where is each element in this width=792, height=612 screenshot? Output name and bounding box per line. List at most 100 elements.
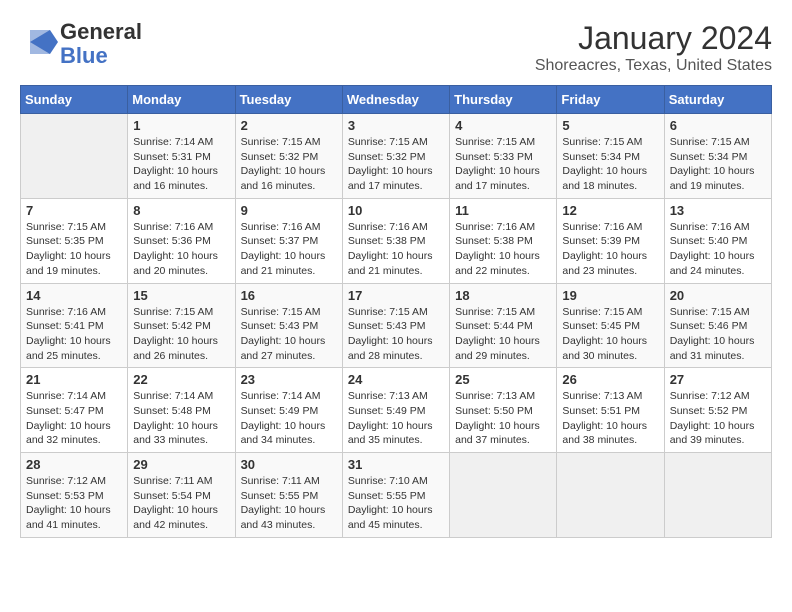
day-cell: 14 Sunrise: 7:16 AMSunset: 5:41 PMDayligh…: [21, 283, 128, 368]
day-info: Sunrise: 7:15 AMSunset: 5:35 PMDaylight:…: [26, 220, 122, 279]
header-cell-tuesday: Tuesday: [235, 86, 342, 114]
day-cell: 5Sunrise: 7:15 AMSunset: 5:34 PMDaylight…: [557, 114, 664, 199]
day-number: 19: [562, 288, 658, 303]
day-info: Sunrise: 7:16 AMSunset: 5:38 PMDaylight:…: [348, 220, 444, 279]
day-cell: 31 Sunrise: 7:10 AMSunset: 5:55 PMDayligh…: [342, 453, 449, 538]
day-info: Sunrise: 7:16 AMSunset: 5:39 PMDaylight:…: [562, 220, 658, 279]
calendar-subtitle: Shoreacres, Texas, United States: [535, 57, 772, 75]
day-cell: 30Sunrise: 7:11 AMSunset: 5:55 PMDayligh…: [235, 453, 342, 538]
day-number: 26: [562, 372, 658, 387]
calendar-body: 1Sunrise: 7:14 AMSunset: 5:31 PMDaylight…: [21, 114, 772, 538]
day-cell: 21 Sunrise: 7:14 AMSunset: 5:47 PMDayligh…: [21, 368, 128, 453]
day-cell: 11Sunrise: 7:16 AMSunset: 5:38 PMDayligh…: [450, 198, 557, 283]
header-row: SundayMondayTuesdayWednesdayThursdayFrid…: [21, 86, 772, 114]
day-info: Sunrise: 7:15 AMSunset: 5:32 PMDaylight:…: [241, 135, 337, 194]
header-cell-saturday: Saturday: [664, 86, 771, 114]
day-number: 3: [348, 118, 444, 133]
day-cell: 1Sunrise: 7:14 AMSunset: 5:31 PMDaylight…: [128, 114, 235, 199]
day-cell: 10 Sunrise: 7:16 AMSunset: 5:38 PMDayligh…: [342, 198, 449, 283]
day-cell: 16 Sunrise: 7:15 AMSunset: 5:43 PMDayligh…: [235, 283, 342, 368]
logo: General Blue: [20, 20, 142, 68]
week-row-1: 1Sunrise: 7:14 AMSunset: 5:31 PMDaylight…: [21, 114, 772, 199]
day-cell: 15 Sunrise: 7:15 AMSunset: 5:42 PMDayligh…: [128, 283, 235, 368]
day-cell: 17Sunrise: 7:15 AMSunset: 5:43 PMDayligh…: [342, 283, 449, 368]
week-row-2: 7 Sunrise: 7:15 AMSunset: 5:35 PMDaylight…: [21, 198, 772, 283]
day-cell: [21, 114, 128, 199]
logo-text: General Blue: [60, 20, 142, 68]
day-info: Sunrise: 7:12 AMSunset: 5:53 PMDaylight:…: [26, 474, 122, 533]
day-info: Sunrise: 7:16 AMSunset: 5:41 PMDaylight:…: [26, 305, 122, 364]
day-info: Sunrise: 7:13 AMSunset: 5:51 PMDaylight:…: [562, 389, 658, 448]
day-number: 8: [133, 203, 229, 218]
day-info: Sunrise: 7:14 AMSunset: 5:47 PMDaylight:…: [26, 389, 122, 448]
day-number: 7: [26, 203, 122, 218]
day-number: 14: [26, 288, 122, 303]
calendar-title: January 2024: [535, 20, 772, 57]
day-cell: 24Sunrise: 7:13 AMSunset: 5:49 PMDayligh…: [342, 368, 449, 453]
header-cell-sunday: Sunday: [21, 86, 128, 114]
day-number: 9: [241, 203, 337, 218]
day-info: Sunrise: 7:14 AMSunset: 5:31 PMDaylight:…: [133, 135, 229, 194]
day-cell: 7 Sunrise: 7:15 AMSunset: 5:35 PMDaylight…: [21, 198, 128, 283]
day-info: Sunrise: 7:15 AMSunset: 5:45 PMDaylight:…: [562, 305, 658, 364]
day-info: Sunrise: 7:15 AMSunset: 5:32 PMDaylight:…: [348, 135, 444, 194]
day-cell: 19 Sunrise: 7:15 AMSunset: 5:45 PMDayligh…: [557, 283, 664, 368]
day-number: 10: [348, 203, 444, 218]
week-row-4: 21 Sunrise: 7:14 AMSunset: 5:47 PMDayligh…: [21, 368, 772, 453]
day-info: Sunrise: 7:15 AMSunset: 5:43 PMDaylight:…: [348, 305, 444, 364]
day-number: 13: [670, 203, 766, 218]
day-cell: 22Sunrise: 7:14 AMSunset: 5:48 PMDayligh…: [128, 368, 235, 453]
day-number: 23: [241, 372, 337, 387]
day-cell: [664, 453, 771, 538]
day-cell: 29Sunrise: 7:11 AMSunset: 5:54 PMDayligh…: [128, 453, 235, 538]
day-number: 31: [348, 457, 444, 472]
day-cell: 18 Sunrise: 7:15 AMSunset: 5:44 PMDayligh…: [450, 283, 557, 368]
day-cell: 8 Sunrise: 7:16 AMSunset: 5:36 PMDaylight…: [128, 198, 235, 283]
header-cell-thursday: Thursday: [450, 86, 557, 114]
day-cell: 20 Sunrise: 7:15 AMSunset: 5:46 PMDayligh…: [664, 283, 771, 368]
day-cell: [450, 453, 557, 538]
day-info: Sunrise: 7:15 AMSunset: 5:44 PMDaylight:…: [455, 305, 551, 364]
day-number: 25: [455, 372, 551, 387]
week-row-3: 14 Sunrise: 7:16 AMSunset: 5:41 PMDayligh…: [21, 283, 772, 368]
day-info: Sunrise: 7:15 AMSunset: 5:46 PMDaylight:…: [670, 305, 766, 364]
day-cell: 2 Sunrise: 7:15 AMSunset: 5:32 PMDaylight…: [235, 114, 342, 199]
day-cell: 3 Sunrise: 7:15 AMSunset: 5:32 PMDaylight…: [342, 114, 449, 199]
day-number: 27: [670, 372, 766, 387]
day-number: 4: [455, 118, 551, 133]
day-info: Sunrise: 7:10 AMSunset: 5:55 PMDaylight:…: [348, 474, 444, 533]
day-info: Sunrise: 7:16 AMSunset: 5:37 PMDaylight:…: [241, 220, 337, 279]
day-info: Sunrise: 7:16 AMSunset: 5:40 PMDaylight:…: [670, 220, 766, 279]
day-cell: 26 Sunrise: 7:13 AMSunset: 5:51 PMDayligh…: [557, 368, 664, 453]
day-number: 2: [241, 118, 337, 133]
header-cell-wednesday: Wednesday: [342, 86, 449, 114]
day-number: 21: [26, 372, 122, 387]
day-number: 22: [133, 372, 229, 387]
day-cell: 9 Sunrise: 7:16 AMSunset: 5:37 PMDaylight…: [235, 198, 342, 283]
day-info: Sunrise: 7:15 AMSunset: 5:34 PMDaylight:…: [562, 135, 658, 194]
day-info: Sunrise: 7:16 AMSunset: 5:38 PMDaylight:…: [455, 220, 551, 279]
day-cell: [557, 453, 664, 538]
day-number: 24: [348, 372, 444, 387]
day-info: Sunrise: 7:12 AMSunset: 5:52 PMDaylight:…: [670, 389, 766, 448]
day-info: Sunrise: 7:15 AMSunset: 5:33 PMDaylight:…: [455, 135, 551, 194]
day-cell: 12 Sunrise: 7:16 AMSunset: 5:39 PMDayligh…: [557, 198, 664, 283]
title-block: January 2024 Shoreacres, Texas, United S…: [535, 20, 772, 75]
page-header: General Blue January 2024 Shoreacres, Te…: [20, 20, 772, 75]
day-number: 16: [241, 288, 337, 303]
header-cell-friday: Friday: [557, 86, 664, 114]
day-number: 28: [26, 457, 122, 472]
calendar-header: SundayMondayTuesdayWednesdayThursdayFrid…: [21, 86, 772, 114]
day-number: 20: [670, 288, 766, 303]
day-cell: 25Sunrise: 7:13 AMSunset: 5:50 PMDayligh…: [450, 368, 557, 453]
day-info: Sunrise: 7:11 AMSunset: 5:55 PMDaylight:…: [241, 474, 337, 533]
day-number: 15: [133, 288, 229, 303]
day-cell: 23Sunrise: 7:14 AMSunset: 5:49 PMDayligh…: [235, 368, 342, 453]
day-cell: 13 Sunrise: 7:16 AMSunset: 5:40 PMDayligh…: [664, 198, 771, 283]
day-info: Sunrise: 7:16 AMSunset: 5:36 PMDaylight:…: [133, 220, 229, 279]
day-info: Sunrise: 7:15 AMSunset: 5:43 PMDaylight:…: [241, 305, 337, 364]
day-info: Sunrise: 7:15 AMSunset: 5:42 PMDaylight:…: [133, 305, 229, 364]
day-cell: 27 Sunrise: 7:12 AMSunset: 5:52 PMDayligh…: [664, 368, 771, 453]
day-number: 12: [562, 203, 658, 218]
day-number: 18: [455, 288, 551, 303]
